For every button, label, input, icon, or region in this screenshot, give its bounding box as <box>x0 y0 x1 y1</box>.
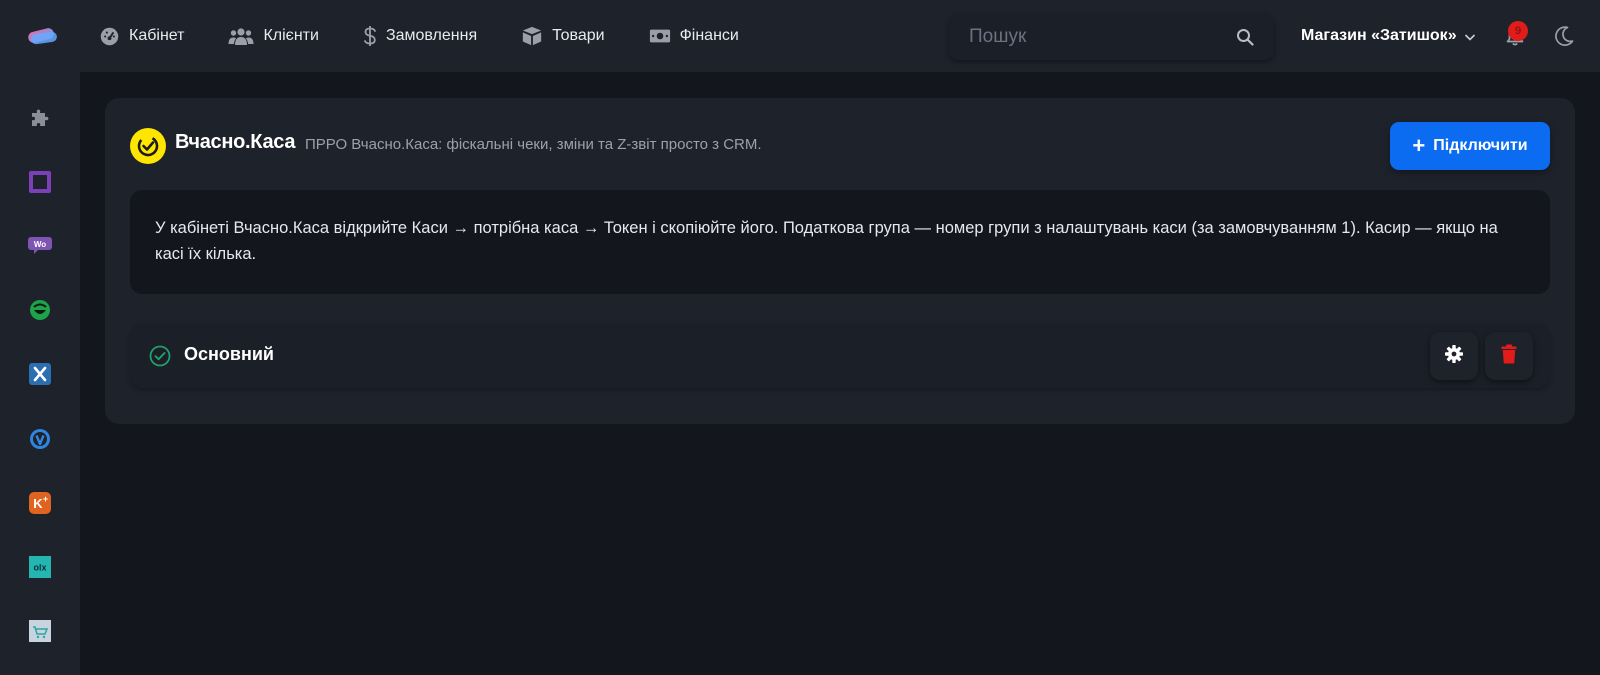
nav-label: Замовлення <box>385 27 478 44</box>
puzzle-icon[interactable] <box>27 105 53 131</box>
svg-text:+: + <box>43 494 48 504</box>
cart-icon[interactable] <box>27 618 53 644</box>
notification-badge: 9 <box>1508 21 1528 41</box>
top-bar: Кабінет Клієнти Замовлення Товари Фінанс… <box>0 0 1600 72</box>
x-icon[interactable] <box>27 361 53 387</box>
integration-card: Вчасно.Каса ПРРО Вчасно.Каса: фіскальні … <box>105 98 1575 424</box>
purple-square-icon[interactable] <box>27 169 53 195</box>
settings-button[interactable] <box>1430 332 1478 380</box>
gear-icon <box>1444 344 1464 369</box>
moon-icon[interactable] <box>1553 25 1575 47</box>
shield-icon[interactable] <box>27 426 53 452</box>
info-box: У кабінеті Вчасно.Каса відкрийте Каси → … <box>130 190 1550 294</box>
store-name: Магазин «Затишок» <box>1301 27 1457 44</box>
search-box <box>949 14 1274 60</box>
nav-item-finance[interactable]: Фінанси <box>649 0 739 72</box>
box-icon <box>521 25 543 47</box>
green-smile-icon[interactable] <box>27 297 53 323</box>
account-name: Основний <box>184 344 274 364</box>
woocommerce-icon[interactable]: Wo <box>27 232 53 258</box>
nav-label: Фінанси <box>679 27 739 44</box>
sidebar: Wo K + olx <box>0 72 80 675</box>
gauge-icon <box>98 25 120 47</box>
nav-item-orders[interactable]: Замовлення <box>363 0 477 72</box>
plus-icon: + <box>1412 133 1426 158</box>
main-nav: Кабінет Клієнти Замовлення Товари Фінанс… <box>98 0 783 72</box>
integration-title: Вчасно.Каса <box>175 131 296 153</box>
connect-button[interactable]: + Підключити <box>1390 122 1550 170</box>
nav-label: Кабінет <box>129 27 185 44</box>
app-logo[interactable] <box>26 24 58 48</box>
store-switcher[interactable]: Магазин «Затишок» <box>1301 0 1476 72</box>
delete-button[interactable] <box>1485 332 1533 380</box>
search-input[interactable] <box>969 26 1236 48</box>
chevron-down-icon <box>1464 30 1476 42</box>
nav-item-cabinet[interactable]: Кабінет <box>98 0 184 72</box>
nav-label: Товари <box>552 27 605 44</box>
connect-label: Підключити <box>1433 137 1528 154</box>
integration-subtitle: ПРРО Вчасно.Каса: фіскальні чеки, зміни … <box>305 136 762 153</box>
nav-item-clients[interactable]: Клієнти <box>228 0 319 72</box>
svg-text:olx: olx <box>33 563 46 573</box>
nav-label: Клієнти <box>263 27 319 44</box>
nav-item-products[interactable]: Товари <box>521 0 605 72</box>
account-row: Основний <box>130 324 1550 388</box>
trash-icon <box>1501 344 1517 369</box>
olx-icon[interactable]: olx <box>27 554 53 580</box>
k-plus-icon[interactable]: K + <box>27 490 53 516</box>
dollar-icon <box>363 25 377 47</box>
check-circle-icon <box>148 344 172 368</box>
search-icon[interactable] <box>1236 28 1254 46</box>
svg-text:K: K <box>33 496 43 511</box>
users-icon <box>228 25 254 47</box>
svg-text:Wo: Wo <box>34 240 46 249</box>
money-icon <box>649 25 671 47</box>
vchasno-logo-icon <box>130 128 166 164</box>
